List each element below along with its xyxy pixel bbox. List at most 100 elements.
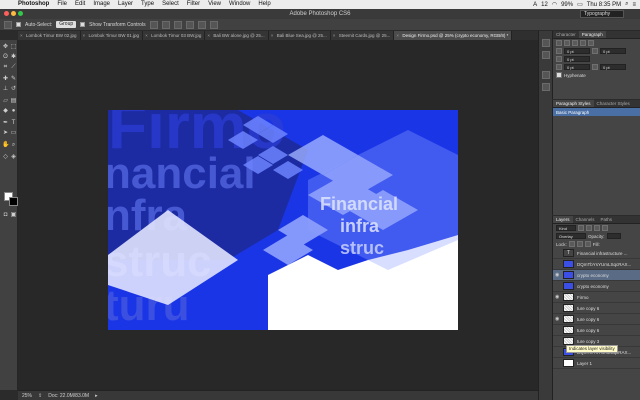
doc-size[interactable]: Doc: 22.0M/83.0M: [48, 393, 89, 399]
hand-tool-icon[interactable]: ✋: [2, 142, 9, 148]
layer-row[interactable]: ture copy 6: [553, 303, 640, 314]
blend-mode-select[interactable]: Overlay: [556, 233, 586, 239]
3d-tool-icon[interactable]: ◇: [2, 154, 9, 160]
zoom-level[interactable]: 25%: [22, 393, 32, 399]
document-tab[interactable]: × Lombok Timur BW 02.jpg: [18, 31, 81, 40]
swatches-panel-icon[interactable]: [542, 83, 550, 91]
gradient-tool-icon[interactable]: ▤: [10, 98, 17, 104]
opacity-field[interactable]: [606, 233, 621, 239]
menu-type[interactable]: Type: [137, 0, 158, 9]
lock-transparent-icon[interactable]: [568, 241, 575, 247]
zoom-tool-icon[interactable]: ⌕: [10, 142, 17, 148]
document-canvas[interactable]: Firmo nancial nfra struc turu: [108, 110, 458, 330]
quick-mask-icon[interactable]: ◘: [2, 212, 9, 218]
filter-pixel-icon[interactable]: [578, 225, 584, 231]
document-tab[interactable]: × Steemit Cards.jpg @ 25...: [330, 31, 395, 40]
history-brush-icon[interactable]: ↺: [10, 86, 17, 92]
share-icon[interactable]: ⇪: [38, 393, 42, 399]
zoom-window-button[interactable]: [18, 11, 23, 16]
menu-select[interactable]: Select: [158, 0, 183, 9]
layer-row[interactable]: crypto economy: [553, 281, 640, 292]
style-item-basic-paragraph[interactable]: Basic Paragraph: [553, 108, 640, 116]
align-center-icon[interactable]: [197, 20, 206, 29]
clone-stamp-icon[interactable]: ⊥: [2, 86, 9, 92]
tab-character-styles[interactable]: Character Styles: [594, 100, 633, 107]
close-tab-icon[interactable]: ×: [271, 31, 274, 40]
align-middle-icon[interactable]: [161, 20, 170, 29]
shape-tool-icon[interactable]: ▭: [10, 130, 17, 136]
layer-row[interactable]: Layer 1: [553, 358, 640, 369]
lock-position-icon[interactable]: [584, 241, 591, 247]
document-workspace[interactable]: Firmo nancial nfra struc turu: [18, 40, 538, 390]
eyedropper-tool-icon[interactable]: ⟋: [10, 64, 17, 70]
tab-paragraph-styles[interactable]: Paragraph Styles: [553, 100, 594, 107]
properties-panel-icon[interactable]: [542, 51, 550, 59]
tab-channels[interactable]: Channels: [573, 216, 598, 223]
brush-tool-icon[interactable]: ✎: [10, 76, 17, 82]
first-line-indent-field[interactable]: 0 pt: [564, 56, 590, 62]
visibility-eye-icon[interactable]: ◉: [555, 272, 560, 278]
close-tab-icon[interactable]: ×: [83, 31, 86, 40]
menu-list-icon[interactable]: ≡: [632, 2, 636, 8]
layer-row[interactable]: DQmTbYsYUmLSqcRAX...: [553, 259, 640, 270]
menu-help[interactable]: Help: [254, 0, 274, 9]
justify-all-icon[interactable]: [588, 40, 594, 46]
show-transform-checkbox[interactable]: [80, 22, 86, 27]
battery-icon[interactable]: ▭: [577, 1, 583, 8]
3d-camera-icon[interactable]: ◈: [10, 154, 17, 160]
history-panel-icon[interactable]: [542, 39, 550, 47]
tab-character[interactable]: Character: [553, 31, 579, 38]
healing-brush-icon[interactable]: ✚: [2, 76, 9, 82]
align-bottom-icon[interactable]: [173, 20, 182, 29]
dodge-tool-icon[interactable]: ●: [10, 108, 17, 114]
layer-row-selected[interactable]: ◉ crypto economy: [553, 270, 640, 281]
visibility-eye-icon[interactable]: ◉: [555, 294, 560, 300]
space-after-field[interactable]: 0 pt: [600, 64, 626, 70]
menu-filter[interactable]: Filter: [183, 0, 204, 9]
screen-mode-icon[interactable]: ▣: [10, 212, 17, 218]
wifi-icon[interactable]: ◠: [552, 1, 557, 8]
layer-row[interactable]: T Financial infrastructure ...: [553, 248, 640, 259]
clock[interactable]: Thu 8:35 PM: [587, 2, 621, 8]
tab-paths[interactable]: Paths: [598, 216, 616, 223]
crop-tool-icon[interactable]: ⌗: [2, 64, 9, 70]
indent-right-field[interactable]: 0 pt: [600, 48, 626, 54]
document-tab[interactable]: × Bali BW alone.jpg @ 25...: [205, 31, 269, 40]
layer-row[interactable]: ture copy 6: [553, 325, 640, 336]
layer-kind-filter[interactable]: Kind: [556, 225, 576, 231]
document-tab[interactable]: × Lombok Timur BW 01.jpg: [80, 31, 144, 40]
justify-last-left-icon[interactable]: [580, 40, 586, 46]
auto-select-dropdown[interactable]: Group: [56, 21, 77, 28]
menu-edit[interactable]: Edit: [71, 0, 89, 9]
menu-view[interactable]: View: [204, 0, 225, 9]
type-tool-icon[interactable]: T: [10, 120, 17, 126]
document-tab[interactable]: × Bali Blue Sea.jpg @ 25...: [268, 31, 331, 40]
layer-row[interactable]: ◉ Firmo: [553, 292, 640, 303]
document-tab[interactable]: × Lombok Timur 03 BW.jpg: [143, 31, 206, 40]
close-window-button[interactable]: [4, 11, 9, 16]
space-before-field[interactable]: 0 pt: [564, 64, 590, 70]
close-tab-icon[interactable]: ×: [207, 31, 210, 40]
menu-photoshop[interactable]: Photoshop: [14, 0, 53, 9]
layer-row[interactable]: ◉ ture copy 6: [553, 314, 640, 325]
user-icon[interactable]: A: [533, 2, 537, 8]
hyphenate-checkbox[interactable]: [556, 72, 562, 78]
pen-tool-icon[interactable]: ✒: [2, 120, 9, 126]
menu-layer[interactable]: Layer: [114, 0, 137, 9]
filter-adjust-icon[interactable]: [586, 225, 592, 231]
tab-layers[interactable]: Layers: [553, 216, 573, 223]
lasso-tool-icon[interactable]: ʘ: [2, 54, 9, 60]
align-center-text-icon[interactable]: [564, 40, 570, 46]
align-left-icon[interactable]: [185, 20, 194, 29]
workspace-switcher[interactable]: Typography: [580, 10, 624, 18]
search-icon[interactable]: ⌕: [625, 1, 628, 8]
eraser-tool-icon[interactable]: ▱: [2, 98, 9, 104]
magic-wand-icon[interactable]: ✱: [10, 54, 17, 60]
align-right-text-icon[interactable]: [572, 40, 578, 46]
menu-window[interactable]: Window: [225, 0, 254, 9]
blur-tool-icon[interactable]: ◆: [2, 108, 9, 114]
align-top-icon[interactable]: [149, 20, 158, 29]
filter-shape-icon[interactable]: [602, 225, 608, 231]
visibility-eye-icon[interactable]: ◉: [555, 316, 560, 322]
document-tab-active[interactable]: × Design Firmo.psd @ 25% (crypto economy,…: [394, 31, 513, 40]
